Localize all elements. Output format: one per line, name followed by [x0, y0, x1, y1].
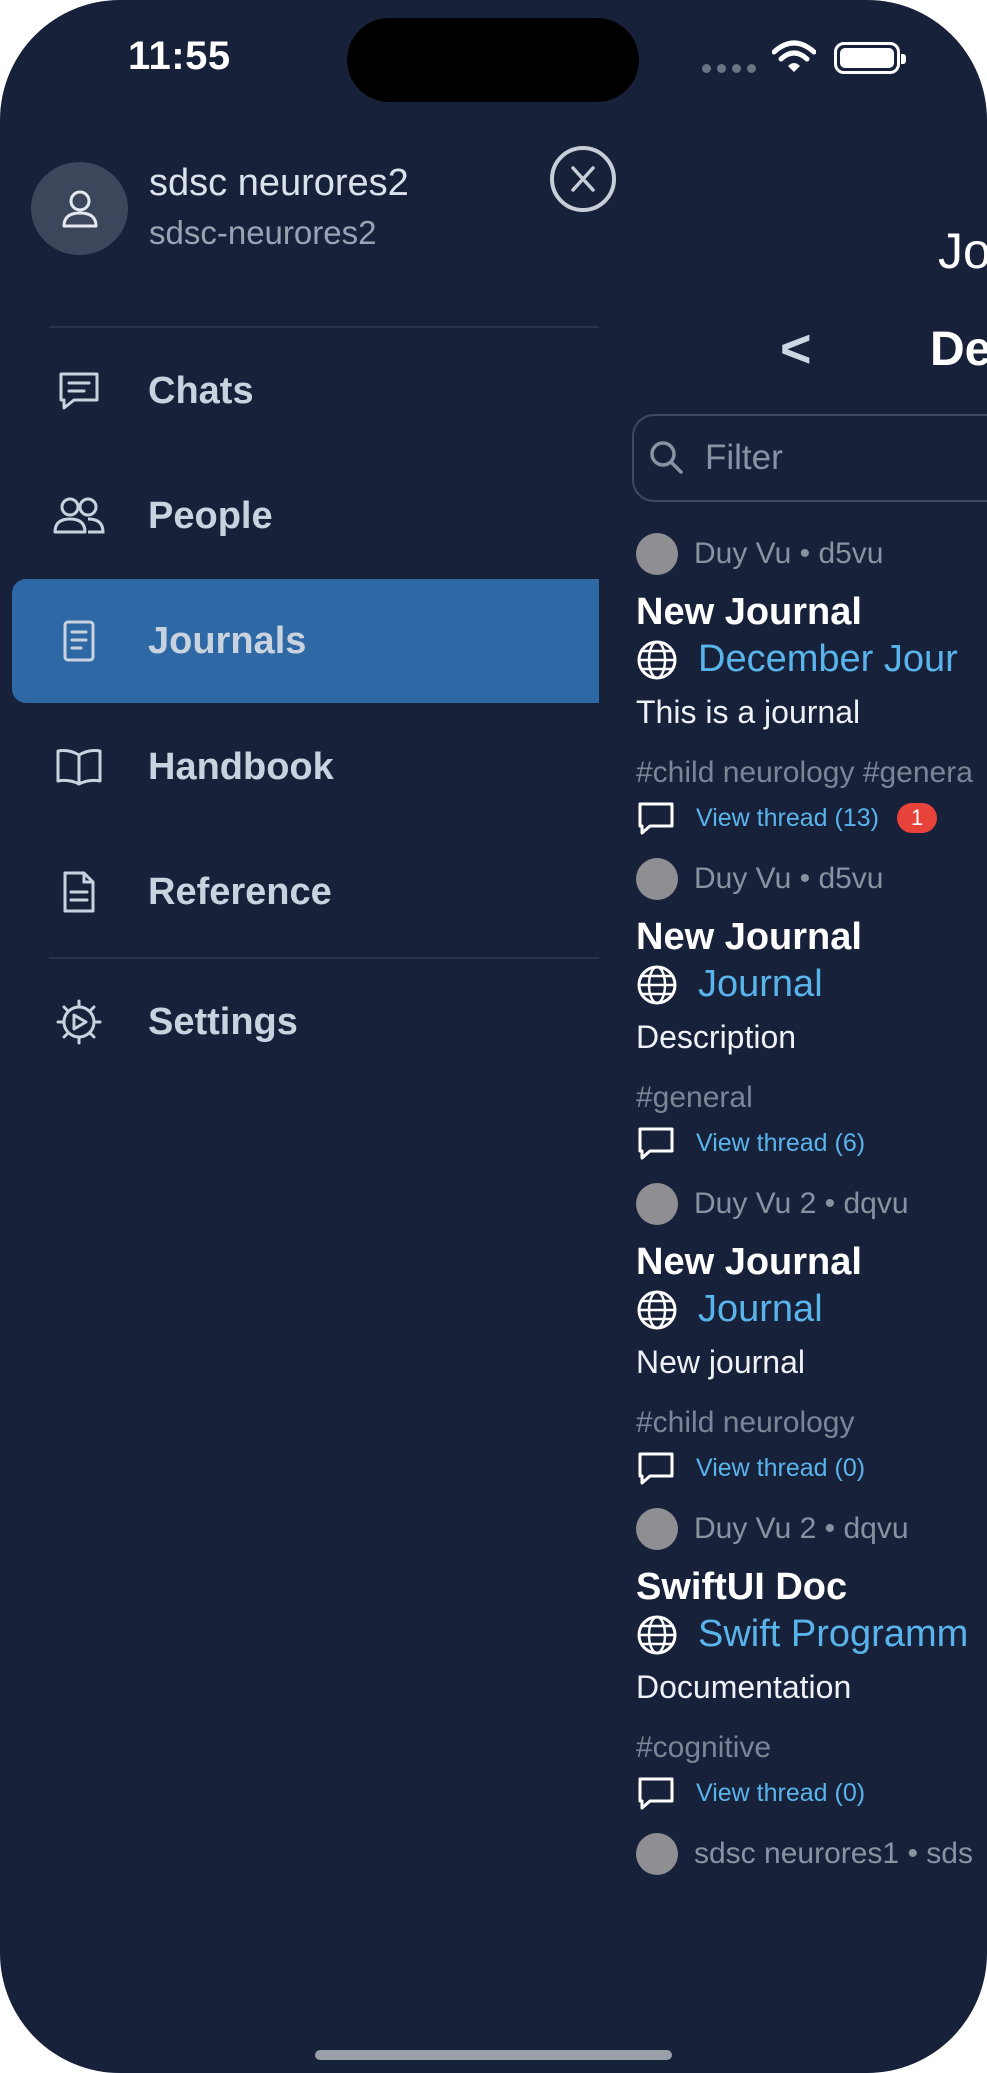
comment-icon [638, 1452, 674, 1485]
comment-icon [638, 1777, 674, 1810]
view-thread-link[interactable]: View thread (13) 1 [636, 800, 938, 836]
entry-description: New journal [636, 1344, 805, 1380]
people-icon [52, 489, 106, 543]
month-label: De [930, 323, 987, 376]
menu-label-journals: Journals [148, 619, 307, 662]
close-menu-button[interactable] [550, 146, 616, 212]
menu-item-chats[interactable]: Chats [12, 329, 599, 453]
menu-label-handbook: Handbook [148, 745, 334, 788]
menu-item-reference[interactable]: Reference [12, 830, 599, 954]
menu-label-chats: Chats [148, 369, 254, 412]
menu-label-people: People [148, 494, 273, 537]
entry-description: This is a journal [636, 694, 861, 730]
entry-title: New Journal [636, 916, 862, 958]
status-time: 11:55 [128, 34, 231, 78]
journal-link[interactable]: Swift Programm [636, 1613, 968, 1656]
globe-icon [637, 965, 677, 1004]
view-thread-link[interactable]: View thread (6) [636, 1125, 865, 1161]
entry-tags: #child neurology [636, 1406, 855, 1439]
person-icon [62, 190, 97, 227]
book-icon [52, 740, 106, 794]
phone-screen: 11:55 Jo < De Filter Duy Vu • d5vu New J… [0, 0, 987, 2073]
menu-item-handbook[interactable]: Handbook [12, 705, 599, 829]
journal-link[interactable]: December Jour [636, 638, 958, 681]
cellular-signal-icon [702, 64, 756, 73]
globe-icon [637, 640, 677, 679]
journal-link[interactable]: Journal [636, 1288, 823, 1331]
avatar [636, 533, 678, 575]
menu-item-settings[interactable]: Settings [12, 960, 599, 1084]
document-icon [52, 865, 106, 919]
dynamic-island [347, 18, 639, 102]
filter-input[interactable] [632, 414, 987, 502]
search-icon [648, 439, 684, 480]
unread-badge: 1 [896, 803, 938, 833]
menu-divider [49, 326, 599, 328]
entry-tags: #child neurology #genera [636, 756, 973, 789]
user-handle: sdsc-neurores2 [149, 214, 377, 251]
entry-description: Documentation [636, 1669, 852, 1705]
entry-tags: #cognitive [636, 1731, 772, 1764]
entry-author: Duy Vu • d5vu [636, 858, 884, 900]
view-thread-link[interactable]: View thread (0) [636, 1450, 865, 1486]
entry-title: New Journal [636, 1241, 862, 1283]
globe-icon [637, 1615, 677, 1654]
menu-label-settings: Settings [148, 1000, 298, 1043]
entry-author: Duy Vu 2 • dqvu [636, 1183, 909, 1225]
menu-item-people[interactable]: People [12, 454, 599, 578]
user-avatar[interactable] [31, 162, 128, 255]
avatar [636, 1508, 678, 1550]
wifi-icon [771, 40, 817, 79]
comment-icon [638, 802, 674, 835]
avatar [636, 858, 678, 900]
entry-author: Duy Vu • d5vu [636, 533, 884, 575]
avatar [636, 1183, 678, 1225]
entry-author: Duy Vu 2 • dqvu [636, 1508, 909, 1550]
page-title: Jo [938, 223, 987, 279]
menu-divider [49, 957, 599, 959]
gear-icon [52, 995, 106, 1049]
user-name: sdsc neurores2 [149, 162, 409, 204]
entry-title: New Journal [636, 591, 862, 633]
journal-link[interactable]: Journal [636, 963, 823, 1006]
comment-icon [638, 1127, 674, 1160]
home-indicator[interactable] [315, 2050, 672, 2060]
close-icon [571, 166, 595, 192]
globe-icon [637, 1290, 677, 1329]
menu-item-journals[interactable]: Journals [12, 579, 599, 703]
menu-label-reference: Reference [148, 870, 332, 913]
avatar [636, 1833, 678, 1875]
entry-author: sdsc neurores1 • sds [636, 1833, 973, 1875]
entry-description: Description [636, 1019, 797, 1055]
entry-tags: #general [636, 1081, 753, 1114]
previous-month-button[interactable]: < [780, 318, 812, 380]
chat-bubble-icon [52, 364, 106, 418]
filter-placeholder: Filter [705, 438, 783, 477]
battery-icon [834, 42, 906, 74]
journal-icon [52, 614, 106, 668]
view-thread-link[interactable]: View thread (0) [636, 1775, 865, 1811]
entry-title: SwiftUI Doc [636, 1566, 848, 1608]
